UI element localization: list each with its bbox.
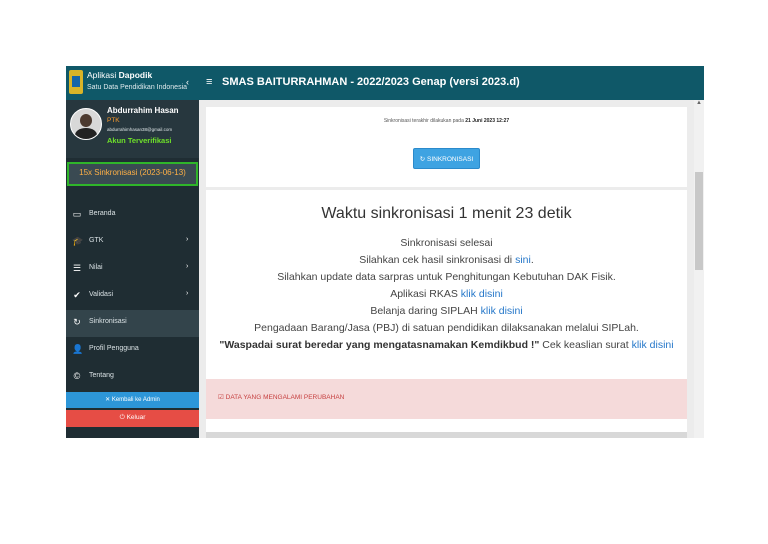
brand-subtitle: Satu Data Pendidikan Indonesia [87, 84, 188, 91]
sync-count-label: 15x Sinkronisasi (2023-06-13) [79, 168, 186, 177]
changed-data-panel[interactable]: ☑ DATA YANG MENGALAMI PERUBAHAN [206, 379, 687, 419]
menu-icon[interactable]: ≡ [206, 76, 212, 88]
last-sync-prefix: Sinkronisasi terakhir dilakukan pada [383, 118, 466, 124]
check-result-link[interactable]: sini [515, 254, 531, 266]
check-result-line: Silahkan cek hasil sinkronisasi di sini. [206, 254, 687, 266]
siplah-link[interactable]: klik disini [481, 305, 523, 317]
verify-letter-text: Cek keaslian surat [539, 339, 632, 351]
user-email: abdurrahimhasan38@gmail.com [107, 127, 173, 132]
brand-prefix: Aplikasi [87, 70, 119, 80]
sidebar-item-sinkronisasi[interactable]: ↻ Sinkronisasi [66, 310, 199, 337]
chevron-right-icon: › [186, 290, 189, 297]
scroll-up-icon[interactable]: ▲ [694, 100, 704, 106]
dapodik-app: Aplikasi Dapodik Satu Data Pendidikan In… [66, 66, 704, 438]
check-icon: ✔ [73, 290, 81, 300]
sync-button-label: ↻ SINKRONISASI [419, 156, 474, 163]
brand-title: Aplikasi Dapodik [87, 70, 152, 80]
top-header: ≡ SMAS BAITURRAHMAN - 2022/2023 Genap (v… [199, 66, 704, 100]
user-icon: 👤 [72, 344, 84, 354]
verified-status: Akun Terverifikasi [107, 136, 172, 145]
rkas-text: Aplikasi RKAS [390, 288, 461, 300]
back-to-admin-button[interactable]: ✕ Kembali ke Admin [66, 392, 199, 408]
scrollbar[interactable]: ▲ [694, 100, 704, 438]
check-result-end: . [530, 254, 534, 266]
copyright-icon: © [73, 371, 81, 381]
last-sync-info: Sinkronisasi terakhir dilakukan pada 21 … [206, 118, 687, 124]
chevron-right-icon: › [186, 263, 189, 270]
user-name: Abdurrahim Hasan [107, 106, 179, 115]
sync-button[interactable]: ↻ SINKRONISASI [413, 148, 480, 169]
sidebar-item-label: Sinkronisasi [89, 318, 127, 325]
changed-data-label: ☑ DATA YANG MENGALAMI PERUBAHAN [218, 394, 345, 401]
last-sync-date: 21 Juni 2023 12:27 [465, 118, 510, 124]
sidebar-item-label: Beranda [89, 210, 116, 217]
sidebar-item-nilai[interactable]: ☰ Nilai › [66, 256, 199, 283]
logout-label: ⏻ Keluar [119, 414, 146, 421]
scrollbar-thumb[interactable] [695, 172, 703, 270]
sidebar-item-label: Validasi [89, 291, 113, 298]
monitor-icon: ▭ [72, 209, 82, 219]
sync-duration: Waktu sinkronisasi 1 menit 23 detik [321, 205, 572, 222]
sidebar-item-gtk[interactable]: 🎓 GTK › [66, 229, 199, 256]
page-title: SMAS BAITURRAHMAN - 2022/2023 Genap (ver… [222, 76, 520, 88]
pbj-text: Pengadaan Barang/Jasa (PBJ) di satuan pe… [254, 322, 639, 334]
siplah-line: Belanja daring SIPLAH klik disini [206, 305, 687, 317]
user-panel: Abdurrahim Hasan PTK abdurrahimhasan38@g… [66, 100, 199, 158]
brand-bar: Aplikasi Dapodik Satu Data Pendidikan In… [66, 66, 199, 100]
sidebar-item-beranda[interactable]: ▭ Beranda [66, 202, 199, 229]
sync-result-card: Waktu sinkronisasi 1 menit 23 detik Sink… [206, 190, 687, 438]
sync-icon: ↻ [73, 317, 81, 327]
chevron-right-icon: › [186, 236, 189, 243]
sync-count-badge: 15x Sinkronisasi (2023-06-13) [67, 162, 198, 186]
list-icon: ☰ [72, 263, 82, 273]
sidebar-item-label: Profil Pengguna [89, 345, 139, 352]
brand-name: Dapodik [118, 70, 153, 80]
warning-text: "Waspadai surat beredar yang mengatasnam… [219, 339, 540, 351]
sidebar-item-tentang[interactable]: © Tentang [66, 364, 199, 391]
verify-letter-link[interactable]: klik disini [632, 339, 674, 351]
back-to-admin-label: ✕ Kembali ke Admin [105, 397, 160, 403]
sidebar-item-label: Nilai [89, 264, 103, 271]
rkas-link[interactable]: klik disini [461, 288, 503, 300]
sidebar-item-profil-pengguna[interactable]: 👤 Profil Pengguna [66, 337, 199, 364]
check-result-text: Silahkan cek hasil sinkronisasi di [359, 254, 516, 266]
sync-complete-text: Sinkronisasi selesai [400, 237, 493, 249]
sidebar-item-validasi[interactable]: ✔ Validasi › [66, 283, 199, 310]
warning-line: "Waspadai surat beredar yang mengatasnam… [206, 339, 687, 351]
graduation-cap-icon: 🎓 [72, 236, 84, 246]
sidebar: Aplikasi Dapodik Satu Data Pendidikan In… [66, 66, 199, 438]
logout-button[interactable]: ⏻ Keluar [66, 410, 199, 427]
sidebar-collapse-icon[interactable]: ‹ [186, 77, 189, 87]
rkas-line: Aplikasi RKAS klik disini [206, 288, 687, 300]
avatar [70, 108, 102, 140]
siplah-text: Belanja daring SIPLAH [370, 305, 481, 317]
sidebar-item-label: Tentang [89, 372, 114, 379]
divider [206, 432, 687, 438]
sarpras-update-text: Silahkan update data sarpras untuk Pengh… [277, 271, 616, 283]
dapodik-logo-icon [69, 70, 83, 94]
sync-card: Sinkronisasi terakhir dilakukan pada 21 … [206, 107, 687, 187]
user-role: PTK [107, 117, 120, 124]
sidebar-item-label: GTK [89, 237, 104, 244]
